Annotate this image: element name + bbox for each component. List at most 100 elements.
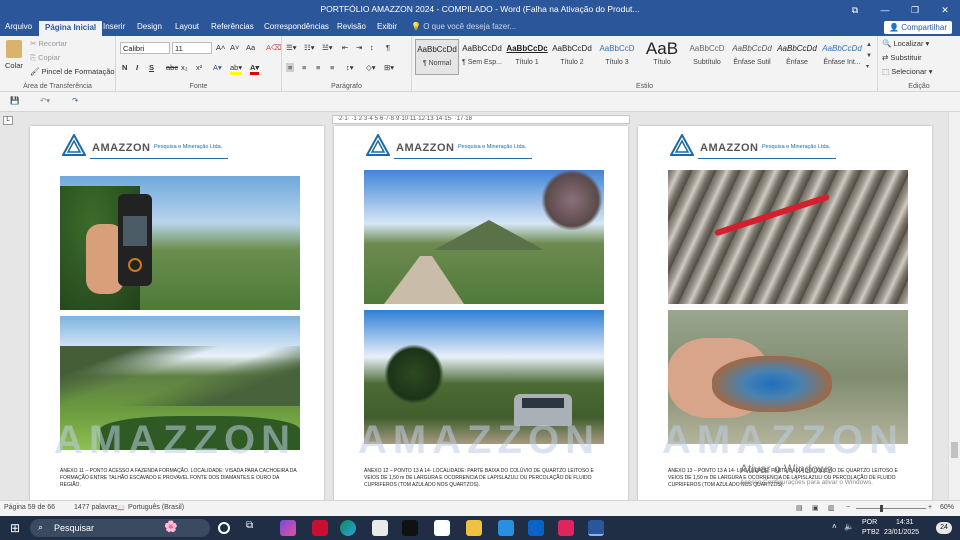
tab-selector-icon[interactable]: L [3, 116, 13, 125]
store-icon[interactable] [372, 520, 388, 536]
edge-icon[interactable] [340, 520, 356, 536]
app-a-icon[interactable] [558, 520, 574, 536]
style-no-spacing[interactable]: AaBbCcDd ¶ Sem Esp... [460, 39, 504, 75]
tab-arquivo[interactable]: Arquivo [5, 22, 32, 31]
subscript-button[interactable]: x₂ [181, 63, 188, 72]
find-button[interactable]: 🔍 Localizar ▾ [882, 39, 929, 48]
clear-format-icon[interactable]: A⌫ [266, 43, 282, 52]
shading-icon[interactable]: ◇▾ [366, 63, 376, 72]
style-emphasis[interactable]: AaBbCcDd Ênfase [775, 39, 819, 75]
style-normal[interactable]: AaBbCcDd ¶ Normal [415, 39, 459, 75]
mail-icon[interactable] [498, 520, 514, 536]
zoom-slider[interactable] [856, 505, 926, 512]
tab-layout[interactable]: Layout [175, 22, 199, 31]
share-button[interactable]: 👤 Compartilhar [884, 21, 952, 34]
tiktok-icon[interactable] [402, 520, 418, 536]
show-marks-icon[interactable]: ¶ [386, 43, 390, 52]
multilevel-list-icon[interactable]: ☱▾ [322, 43, 333, 52]
grow-font-button[interactable]: A˄ [216, 43, 225, 52]
pdf-app-icon[interactable] [312, 520, 328, 536]
proofing-icon[interactable]: 📖 [116, 504, 125, 512]
taskbar-search-box[interactable]: ⌕ Pesquisar 🌸 [30, 519, 210, 537]
file-explorer-icon[interactable] [466, 520, 482, 536]
windows-start-icon[interactable]: ⊞ [10, 521, 20, 535]
replace-button[interactable]: ⇄ Substituir [882, 53, 922, 62]
tab-correspondencias[interactable]: Correspondências [264, 22, 329, 31]
minimize-button[interactable]: — [870, 0, 900, 20]
task-view-icon[interactable]: ⧉ [246, 520, 262, 536]
read-mode-icon[interactable]: ▤ [796, 504, 803, 512]
tab-exibir[interactable]: Exibir [377, 22, 397, 31]
text-effects-icon[interactable]: A▾ [213, 63, 222, 72]
zoom-in-button[interactable]: + [928, 504, 932, 511]
bullets-icon[interactable]: ☰▾ [286, 43, 297, 52]
line-spacing-icon[interactable]: ↕▾ [346, 63, 354, 72]
font-family-select[interactable]: Calibri [120, 42, 170, 54]
change-case-button[interactable]: Aa [246, 43, 255, 52]
clock-date[interactable]: 23/01/2025 [884, 529, 919, 536]
style-heading-3[interactable]: AaBbCcD Título 3 [595, 39, 639, 75]
align-left-icon[interactable]: ≡ [286, 63, 295, 72]
superscript-button[interactable]: x² [196, 63, 202, 72]
web-layout-icon[interactable]: ▥ [828, 504, 835, 512]
clock-time[interactable]: 14:31 [896, 519, 914, 526]
bold-button[interactable]: N [122, 63, 127, 72]
page-count[interactable]: Página 59 de 66 [4, 504, 55, 511]
format-painter-button[interactable]: 🖌 Pincel de Formatação [30, 67, 115, 76]
app-k-icon[interactable] [434, 520, 450, 536]
tell-me-search[interactable]: 💡 O que você deseja fazer... [411, 22, 516, 31]
numbering-icon[interactable]: ☷▾ [304, 43, 315, 52]
word-taskbar-icon[interactable] [588, 520, 604, 536]
zoom-slider-thumb[interactable] [880, 505, 883, 512]
paste-icon[interactable] [6, 40, 22, 58]
select-button[interactable]: ⬚ Selecionar ▾ [882, 67, 933, 76]
style-title[interactable]: AaB Título [640, 39, 684, 75]
document-area[interactable]: L ·2·1· ·1·2·3·4·5·6·7·8·9·10·11·12·13·1… [0, 112, 948, 500]
restore-button[interactable]: ❐ [900, 0, 930, 20]
save-icon[interactable]: 💾 [10, 96, 19, 105]
language-status[interactable]: Português (Brasil) [128, 504, 184, 511]
speaker-icon[interactable]: 🔈 [844, 522, 854, 531]
underline-button[interactable]: S [149, 63, 154, 72]
style-subtitle[interactable]: AaBbCcD Subtítulo [685, 39, 729, 75]
zoom-level[interactable]: 60% [940, 504, 954, 511]
shrink-font-button[interactable]: A˅ [230, 43, 239, 52]
close-button[interactable]: ✕ [930, 0, 960, 20]
undo-icon[interactable]: ↶▾ [40, 96, 50, 105]
tray-overflow-icon[interactable]: ˄ [832, 522, 837, 531]
print-layout-icon[interactable]: ▣ [812, 504, 819, 512]
copy-button[interactable]: ⎘ Copiar [30, 53, 60, 63]
highlight-icon[interactable]: ab▾ [230, 63, 243, 75]
align-right-icon[interactable]: ≡ [316, 63, 320, 72]
vertical-scrollbar[interactable] [948, 112, 960, 500]
notification-badge[interactable]: 24 [936, 522, 952, 534]
align-center-icon[interactable]: ≡ [302, 63, 306, 72]
input-lang-1[interactable]: POR [862, 519, 877, 526]
increase-indent-icon[interactable]: ⇥ [356, 43, 362, 52]
sort-icon[interactable]: ↕ [370, 43, 374, 52]
ribbon-display-button[interactable]: ⧉ [840, 0, 870, 20]
font-size-select[interactable]: 11 [172, 42, 212, 54]
decrease-indent-icon[interactable]: ⇤ [342, 43, 348, 52]
font-color-icon[interactable]: A▾ [250, 63, 260, 75]
justify-icon[interactable]: ≡ [330, 63, 334, 72]
italic-button[interactable]: I [136, 63, 138, 72]
paste-button[interactable]: Colar [5, 61, 23, 70]
style-intense-emphasis[interactable]: AaBbCcDd Ênfase Int... [820, 39, 864, 75]
redo-icon[interactable]: ↷ [72, 96, 78, 105]
tab-inserir[interactable]: Inserir [103, 22, 125, 31]
scroll-thumb[interactable] [951, 442, 958, 458]
tab-pagina-inicial[interactable]: Página Inicial [39, 21, 103, 36]
copilot-icon[interactable] [280, 520, 296, 536]
tab-design[interactable]: Design [137, 22, 162, 31]
borders-icon[interactable]: ⊞▾ [384, 63, 394, 72]
style-heading-2[interactable]: AaBbCcDd Título 2 [550, 39, 594, 75]
strikethrough-button[interactable]: abc [166, 63, 178, 72]
style-subtle-emphasis[interactable]: AaBbCcDd Ênfase Sutil [730, 39, 774, 75]
styles-scroll-icon[interactable]: ▲ ▼ ▾ [866, 40, 872, 73]
cortana-icon[interactable] [218, 522, 230, 534]
input-lang-2[interactable]: PTB2 [862, 529, 880, 536]
zoom-out-button[interactable]: − [846, 504, 850, 511]
style-heading-1[interactable]: AaBbCcDc Título 1 [505, 39, 549, 75]
word-count[interactable]: 1477 palavras [74, 504, 118, 511]
